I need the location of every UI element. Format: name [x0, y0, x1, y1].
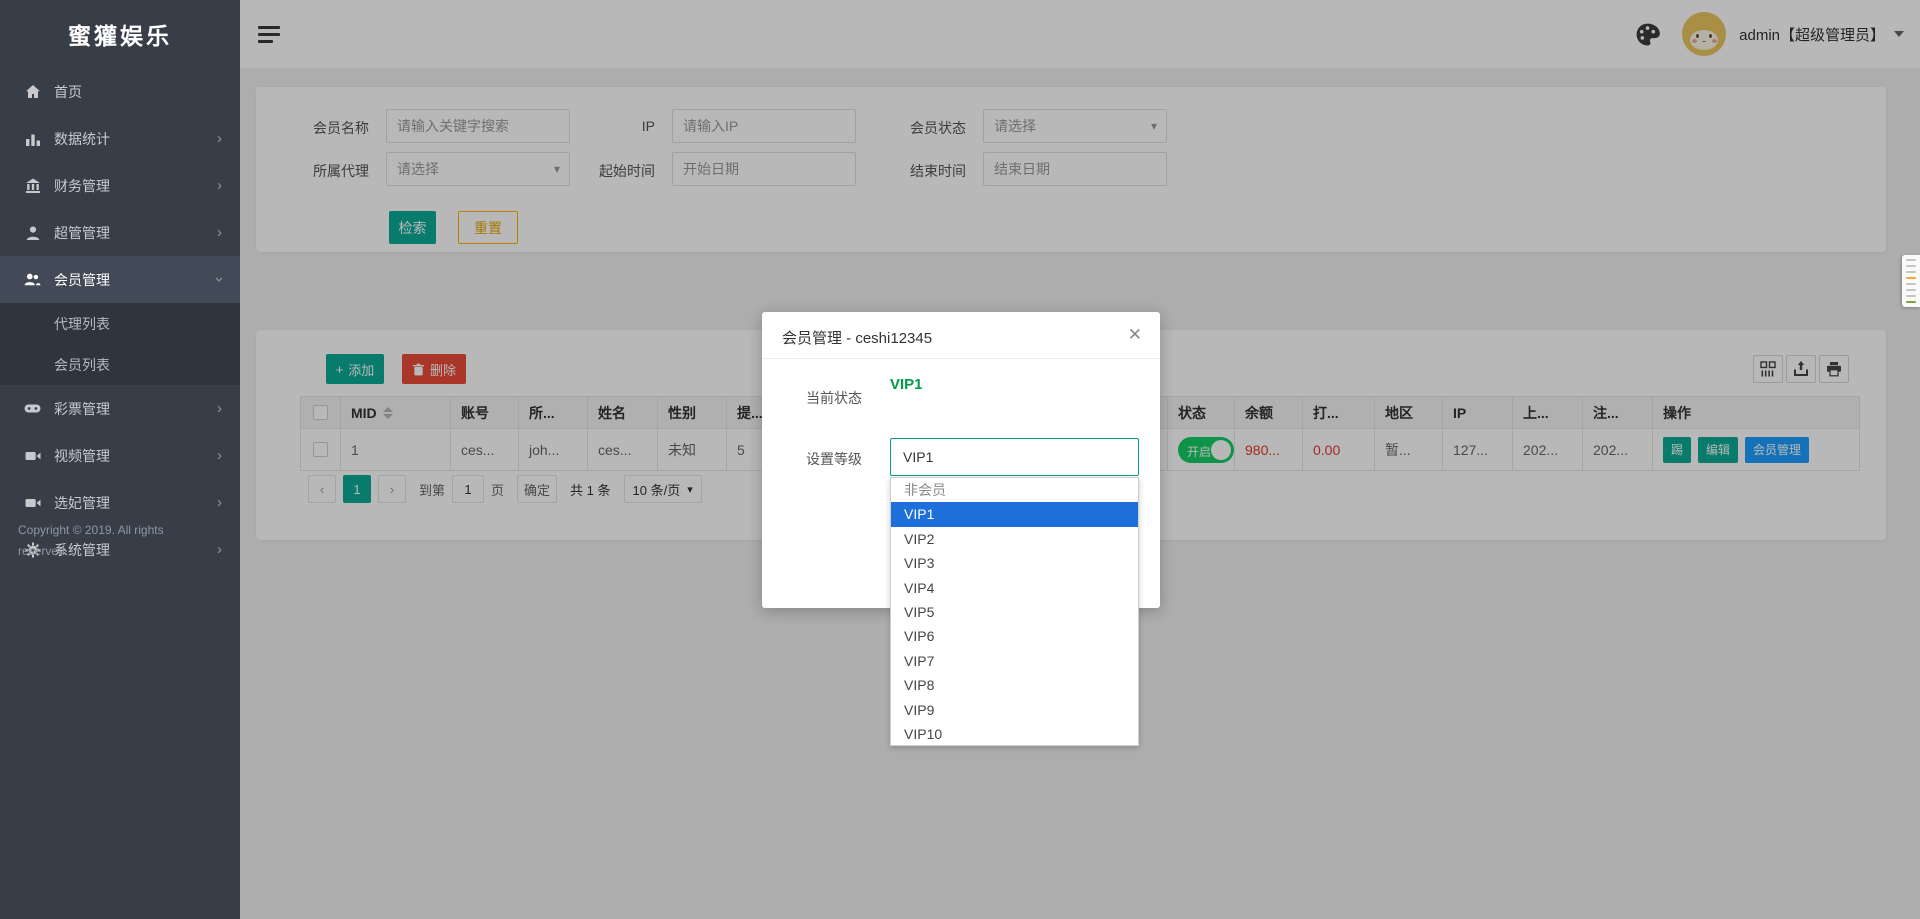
video-icon: [24, 494, 41, 511]
theme-strip-bar: [1906, 271, 1916, 273]
level-option-VIP6[interactable]: VIP6: [891, 624, 1138, 648]
chevron-right-icon: ›: [217, 178, 222, 193]
current-status-value: VIP1: [890, 376, 923, 393]
set-level-label: 设置等级: [792, 449, 862, 469]
users-icon: [24, 271, 41, 288]
sidebar-menu: 首页数据统计›财务管理›超管管理›会员管理›代理列表会员列表彩票管理›视频管理›…: [0, 68, 240, 573]
gamepad-icon: [24, 400, 41, 417]
bank-icon: [24, 177, 41, 194]
level-option-VIP3[interactable]: VIP3: [891, 551, 1138, 575]
theme-strip-bar: [1906, 295, 1916, 297]
level-option-VIP1[interactable]: VIP1: [891, 502, 1138, 526]
modal-title: 会员管理 - ceshi12345: [782, 327, 932, 348]
theme-strip-bar: [1906, 259, 1916, 261]
level-option-非会员[interactable]: 非会员: [891, 478, 1138, 502]
level-option-VIP8[interactable]: VIP8: [891, 673, 1138, 697]
sidebar-item-7[interactable]: 选妃管理›: [0, 479, 240, 526]
close-icon[interactable]: ✕: [1128, 325, 1142, 345]
chevron-right-icon: ›: [217, 401, 222, 416]
sidebar-item-0[interactable]: 首页: [0, 68, 240, 115]
chevron-right-icon: ›: [217, 131, 222, 146]
sidebar-item-4[interactable]: 会员管理›: [0, 256, 240, 303]
app-logo: 蜜獾娱乐: [0, 0, 240, 68]
divider: [762, 358, 1160, 359]
level-select-input[interactable]: VIP1: [890, 438, 1139, 476]
chart-icon: [24, 130, 41, 147]
copyright: Copyright © 2019. All rights reserved.: [18, 520, 218, 562]
theme-strip-bar: [1906, 265, 1916, 267]
submenu-item-1[interactable]: 会员列表: [0, 344, 240, 385]
chevron-right-icon: ›: [217, 225, 222, 240]
sidebar-item-5[interactable]: 彩票管理›: [0, 385, 240, 432]
level-option-VIP10[interactable]: VIP10: [891, 722, 1138, 746]
submenu-item-0[interactable]: 代理列表: [0, 303, 240, 344]
home-icon: [24, 83, 41, 100]
level-option-VIP9[interactable]: VIP9: [891, 698, 1138, 722]
theme-strip-bar: [1906, 289, 1916, 291]
sidebar-item-3[interactable]: 超管管理›: [0, 209, 240, 256]
sidebar: 蜜獾娱乐 首页数据统计›财务管理›超管管理›会员管理›代理列表会员列表彩票管理›…: [0, 0, 240, 919]
level-option-VIP5[interactable]: VIP5: [891, 600, 1138, 624]
chevron-down-icon: ›: [212, 277, 227, 282]
sidebar-item-6[interactable]: 视频管理›: [0, 432, 240, 479]
level-option-VIP2[interactable]: VIP2: [891, 527, 1138, 551]
user-icon: [24, 224, 41, 241]
level-dropdown: 非会员VIP1VIP2VIP3VIP4VIP5VIP6VIP7VIP8VIP9V…: [890, 477, 1139, 746]
sidebar-item-2[interactable]: 财务管理›: [0, 162, 240, 209]
video-icon: [24, 447, 41, 464]
submenu: 代理列表会员列表: [0, 303, 240, 385]
current-status-label: 当前状态: [792, 388, 862, 408]
theme-strip-bar: [1906, 283, 1916, 285]
sidebar-item-1[interactable]: 数据统计›: [0, 115, 240, 162]
theme-strip-tab[interactable]: [1902, 255, 1920, 307]
level-option-VIP7[interactable]: VIP7: [891, 649, 1138, 673]
level-option-VIP4[interactable]: VIP4: [891, 576, 1138, 600]
chevron-right-icon: ›: [217, 495, 222, 510]
theme-strip-bar: [1906, 277, 1916, 279]
theme-strip-bar: [1906, 301, 1916, 303]
chevron-right-icon: ›: [217, 448, 222, 463]
